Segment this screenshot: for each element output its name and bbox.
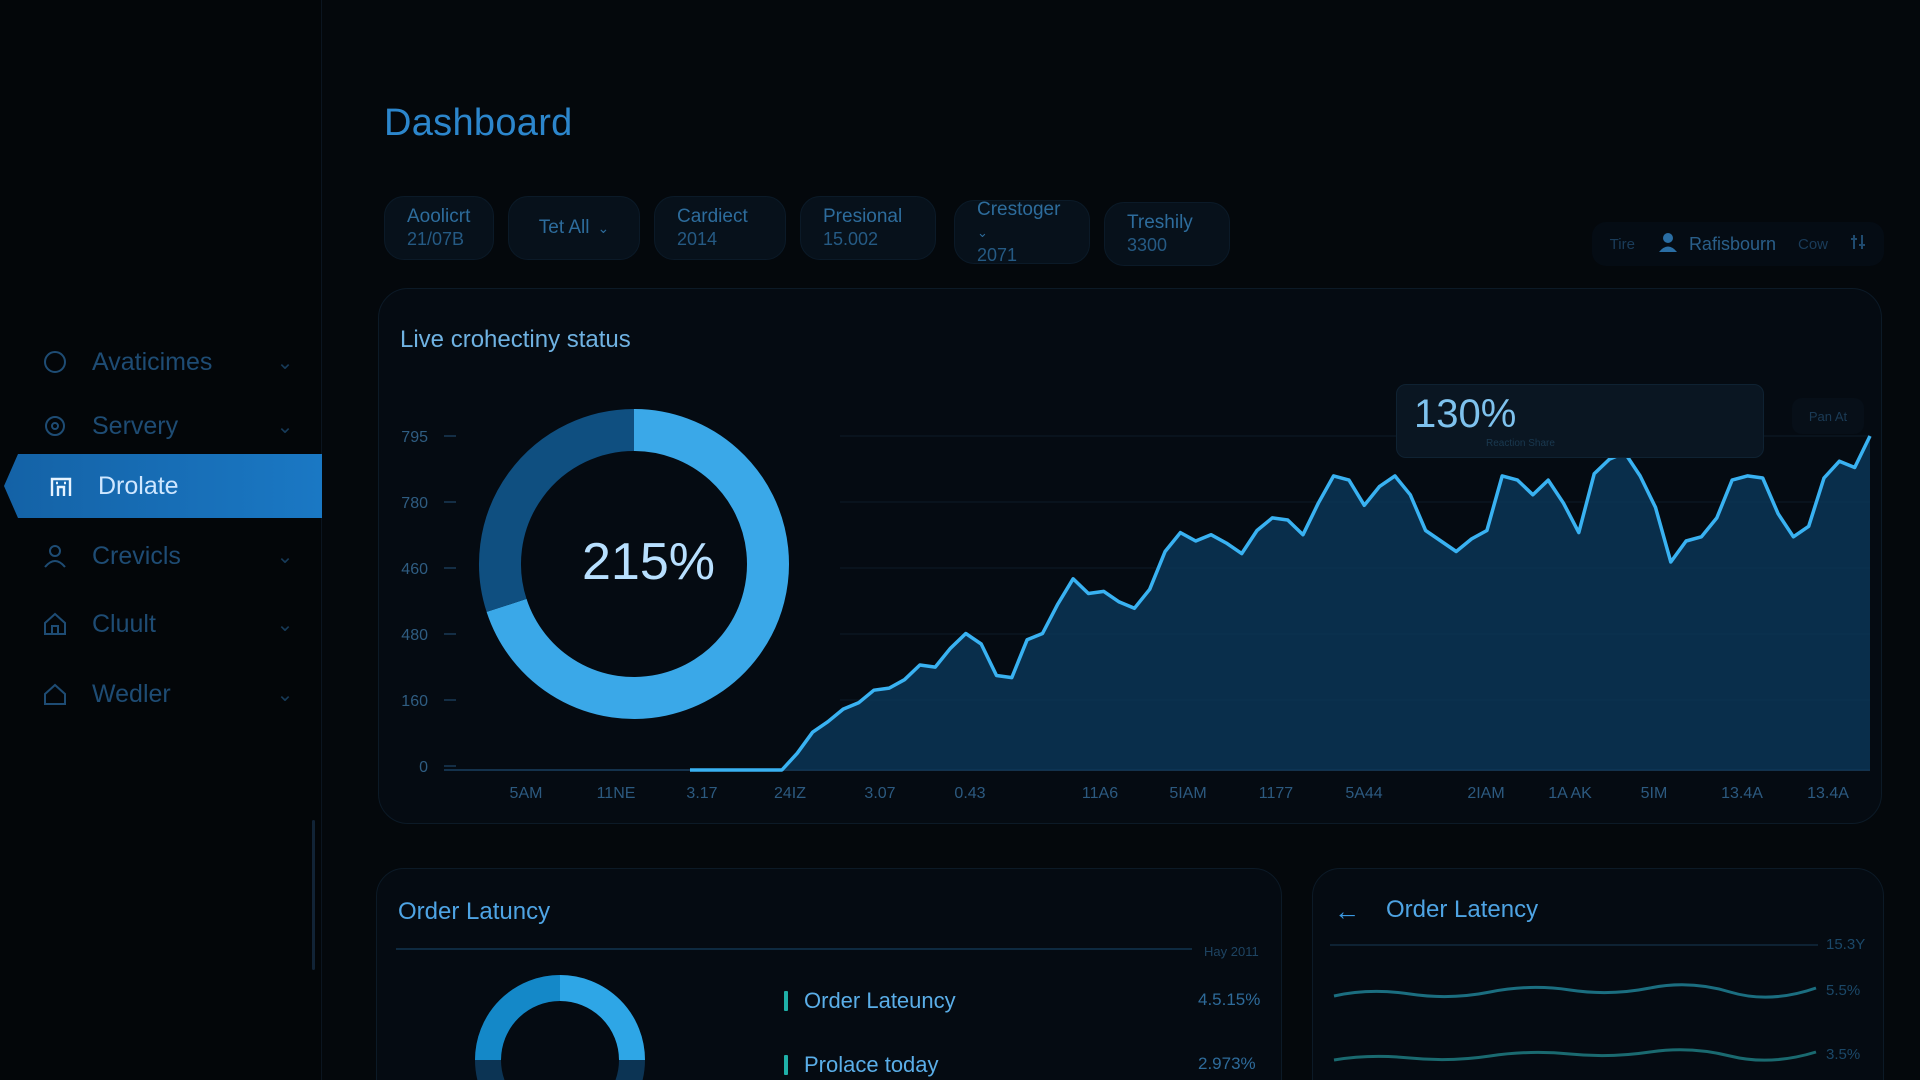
x-tick-label: 1177 xyxy=(1259,785,1294,802)
divider xyxy=(1330,944,1818,946)
x-tick-label: 5IAM xyxy=(1169,785,1206,802)
y-tick-label: 0 xyxy=(419,759,428,776)
x-tick-label: 13.4A xyxy=(1807,785,1849,802)
y-tick-label: 480 xyxy=(401,627,428,644)
small-donut-chart xyxy=(475,975,645,1080)
y-tick-label: 160 xyxy=(401,693,428,710)
sparkline-chart xyxy=(1333,983,1817,1062)
axis-value: 3.5% xyxy=(1826,1046,1861,1063)
kpi-value: 130% xyxy=(1414,392,1517,436)
x-tick-label: 5AM xyxy=(510,785,543,802)
metric-row: Prolace today xyxy=(784,1052,939,1078)
kpi-button[interactable]: Pan At xyxy=(1792,398,1864,434)
metric-marker xyxy=(784,991,788,1011)
panel-subtitle: Hay 2011 xyxy=(1204,944,1259,959)
axis-value: 15.3Y xyxy=(1826,936,1866,953)
x-tick-label: 0.43 xyxy=(954,785,985,802)
x-tick-label: 1A AK xyxy=(1548,785,1592,802)
x-tick-label: 3.07 xyxy=(864,785,895,802)
metric-value: 4.5.15% xyxy=(1198,990,1261,1009)
axis-value: 5.5% xyxy=(1826,982,1861,999)
y-tick-label: 780 xyxy=(401,495,428,512)
x-tick-label: 24IZ xyxy=(774,785,806,802)
panel-title: Order Latency xyxy=(1386,896,1539,923)
x-tick-label: 5A44 xyxy=(1345,785,1382,802)
donut-center-value: 215% xyxy=(582,533,715,591)
kpi-subtitle: Reaction Share xyxy=(1486,438,1555,449)
metric-value: 2.973% xyxy=(1198,1054,1256,1073)
x-tick-label: 13.4A xyxy=(1721,785,1763,802)
area-fill xyxy=(690,436,1870,770)
divider xyxy=(396,948,1192,950)
x-tick-label: 11A6 xyxy=(1082,785,1118,802)
back-arrow-icon[interactable]: ← xyxy=(1334,896,1360,927)
metric-marker xyxy=(784,1055,788,1075)
metric-label: Order Lateuncy xyxy=(804,988,956,1013)
metric-label: Prolace today xyxy=(804,1052,939,1077)
x-tick-label: 5IM xyxy=(1641,785,1668,802)
panel-title: Order Latuncy xyxy=(398,898,551,925)
y-tick-label: 795 xyxy=(401,429,428,446)
x-tick-label: 11NE xyxy=(597,785,636,802)
metric-row: Order Lateuncy xyxy=(784,988,956,1014)
y-tick-label: 460 xyxy=(401,561,428,578)
x-tick-label: 2IAM xyxy=(1467,785,1504,802)
x-tick-label: 3.17 xyxy=(686,785,717,802)
